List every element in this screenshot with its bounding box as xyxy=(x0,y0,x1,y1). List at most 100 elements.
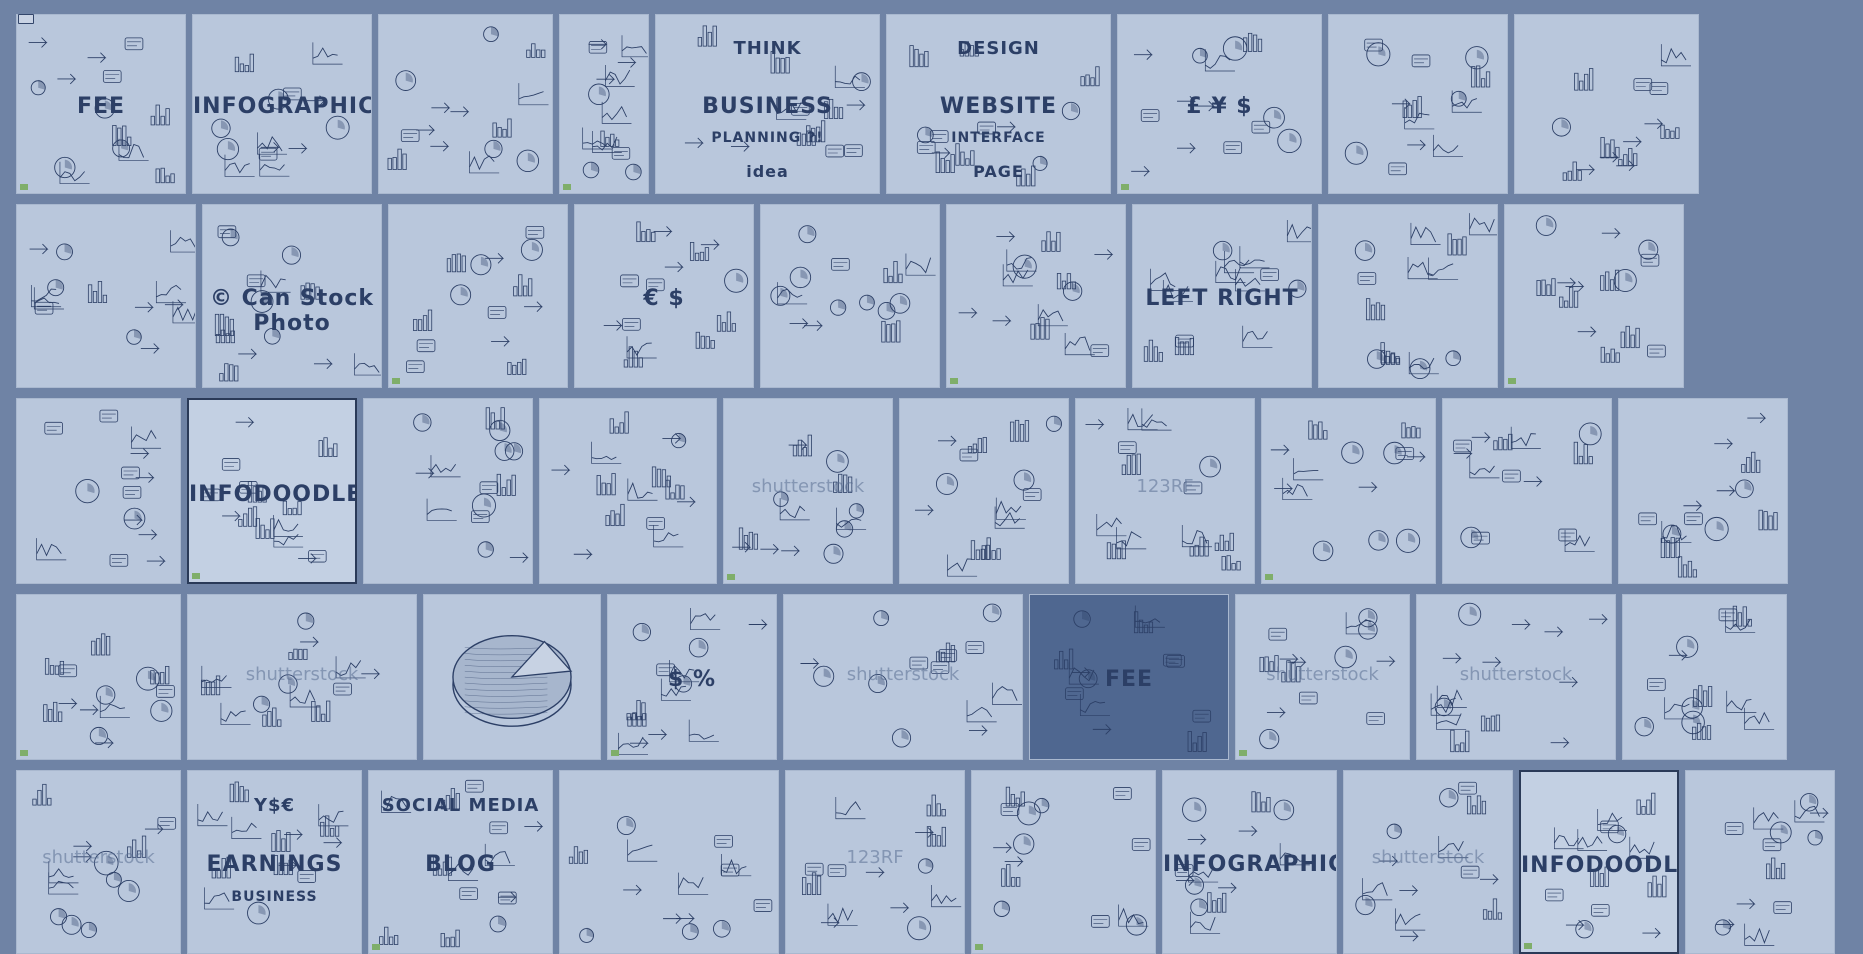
image-result-thumbnail[interactable]: € $ xyxy=(574,204,754,388)
icon-doodles-icon xyxy=(1634,605,1775,740)
image-result-thumbnail[interactable] xyxy=(16,398,181,584)
image-result-thumbnail[interactable]: shutterstock xyxy=(723,398,893,584)
pie-doodles-icon xyxy=(36,409,166,567)
thumbnail-text: € $ xyxy=(643,286,685,311)
image-result-thumbnail[interactable]: BLOG SOCIAL MEDIA xyxy=(368,770,553,954)
image-result-thumbnail[interactable]: shutterstock xyxy=(1235,594,1410,760)
results-row: © Can Stock Photo € $ LEFT RIGHT xyxy=(0,204,1684,388)
infographic-doodles-icon xyxy=(406,226,545,375)
thumbnail-text: INFOGRAPHIC xyxy=(1163,852,1337,877)
image-result-thumbnail[interactable] xyxy=(559,770,779,954)
image-result-thumbnail[interactable]: $ % xyxy=(607,594,777,760)
stock-badge-icon xyxy=(611,750,619,756)
image-result-thumbnail[interactable] xyxy=(1318,204,1498,388)
stock-badge-icon xyxy=(20,750,28,756)
image-result-thumbnail[interactable]: WEBSITE DESIGN INTERFACE PAGE xyxy=(886,14,1111,194)
chart-doodles-icon xyxy=(43,633,175,749)
science-doodles-icon xyxy=(1535,215,1666,363)
image-results-grid: FEE INFOGRAPHIC BUSINESS THINK PLANNING ?! id… xyxy=(0,0,1863,954)
stock-badge-icon xyxy=(727,574,735,580)
thumbnail-text: FEE xyxy=(1104,667,1154,692)
image-result-thumbnail[interactable] xyxy=(539,398,717,584)
image-result-thumbnail[interactable]: INFODOODLES xyxy=(187,398,357,584)
image-result-thumbnail[interactable]: shutterstock xyxy=(187,594,417,760)
stock-badge-icon xyxy=(372,944,380,950)
thumbnail-text: EARNINGS xyxy=(206,852,343,877)
image-result-thumbnail[interactable] xyxy=(760,204,940,388)
stock-watermark: 123RF xyxy=(1136,476,1194,498)
image-result-thumbnail[interactable] xyxy=(1442,398,1612,584)
thumbnail-text: INFODOODLES xyxy=(189,482,355,507)
image-result-thumbnail[interactable] xyxy=(363,398,533,584)
thumbnail-text: Y$€ xyxy=(253,795,296,816)
world-doodles-icon xyxy=(1714,793,1829,946)
image-result-thumbnail[interactable] xyxy=(16,594,181,760)
3d-chart-doodles-icon xyxy=(413,407,529,563)
image-result-thumbnail[interactable] xyxy=(899,398,1069,584)
image-result-thumbnail[interactable] xyxy=(946,204,1126,388)
image-result-thumbnail[interactable]: LEFT RIGHT xyxy=(1132,204,1312,388)
stock-badge-icon xyxy=(1265,574,1273,580)
image-result-thumbnail[interactable]: 123RF xyxy=(785,770,965,954)
image-result-thumbnail[interactable] xyxy=(423,594,601,760)
stock-badge-icon xyxy=(1121,184,1129,190)
thumbnail-text: INFOGRAPHIC xyxy=(193,94,372,119)
thumbnail-text: DESIGN xyxy=(957,38,1040,59)
stock-badge-icon xyxy=(192,573,200,579)
image-result-thumbnail[interactable] xyxy=(1622,594,1787,760)
results-row: shutterstock EARNINGS Y$€ BUSINESS BLOG SOCIA… xyxy=(0,770,1835,954)
image-result-thumbnail[interactable] xyxy=(1514,14,1699,194)
image-result-thumbnail[interactable]: INFOGRAPHIC xyxy=(192,14,372,194)
stock-badge-icon xyxy=(950,378,958,384)
image-result-thumbnail[interactable] xyxy=(1504,204,1684,388)
thumbnail-text: INFODOODLES xyxy=(1521,853,1679,878)
network-doodles-icon xyxy=(1551,44,1691,181)
image-result-thumbnail[interactable] xyxy=(1618,398,1788,584)
results-row: INFODOODLES shutterstock 123RF xyxy=(0,398,1788,584)
stock-badge-icon xyxy=(563,184,571,190)
image-result-thumbnail[interactable]: FEE xyxy=(16,14,186,194)
image-result-thumbnail[interactable]: shutterstock xyxy=(1416,594,1616,760)
image-result-thumbnail[interactable]: INFODOODLES xyxy=(1519,770,1679,954)
image-result-thumbnail[interactable]: INFOGRAPHIC xyxy=(1162,770,1337,954)
results-row: FEE INFOGRAPHIC BUSINESS THINK PLANNING ?! id… xyxy=(0,14,1699,194)
image-result-thumbnail[interactable]: shutterstock xyxy=(1343,770,1513,954)
thumbnail-text: INTERFACE xyxy=(951,130,1046,146)
chart-doodles-icon xyxy=(915,415,1063,577)
image-result-thumbnail[interactable] xyxy=(1328,14,1508,194)
image-result-thumbnail[interactable] xyxy=(378,14,553,194)
thumbnail-text: FEE xyxy=(76,94,126,119)
thumbnail-text: WEBSITE xyxy=(939,94,1058,119)
thumbnail-text: $ % xyxy=(667,667,716,692)
image-result-thumbnail[interactable]: 123RF xyxy=(1075,398,1255,584)
image-result-thumbnail[interactable] xyxy=(16,204,196,388)
image-result-thumbnail[interactable]: £ ¥ $ xyxy=(1117,14,1322,194)
chart-doodles-icon xyxy=(568,816,773,943)
thumbnail-text: PLANNING ?! xyxy=(711,130,824,146)
image-result-thumbnail[interactable]: shutterstock xyxy=(16,770,181,954)
stock-badge-icon xyxy=(975,944,983,950)
stock-watermark: shutterstock xyxy=(1371,847,1485,869)
image-result-thumbnail[interactable]: FEE xyxy=(1029,594,1229,760)
thumbnail-text: BUSINESS xyxy=(231,889,318,905)
thumbnail-text: BUSINESS xyxy=(702,94,833,119)
thumbnail-text: PAGE xyxy=(973,162,1024,181)
stock-watermark: shutterstock xyxy=(42,847,155,869)
window-icon xyxy=(18,14,34,24)
image-result-thumbnail[interactable] xyxy=(388,204,568,388)
image-result-thumbnail[interactable]: BUSINESS THINK PLANNING ?! idea xyxy=(655,14,880,194)
image-result-thumbnail[interactable] xyxy=(1261,398,1436,584)
stock-badge-icon xyxy=(1508,378,1516,384)
stock-badge-icon xyxy=(392,378,400,384)
image-result-thumbnail[interactable]: EARNINGS Y$€ BUSINESS xyxy=(187,770,362,954)
circle-doodles-icon xyxy=(551,411,696,560)
thumbnail-text: THINK xyxy=(733,38,802,59)
image-result-thumbnail[interactable] xyxy=(1685,770,1835,954)
stock-watermark: shutterstock xyxy=(245,663,359,685)
stock-watermark: 123RF xyxy=(846,847,904,869)
image-result-thumbnail[interactable] xyxy=(971,770,1156,954)
image-result-thumbnail[interactable]: © Can Stock Photo xyxy=(202,204,382,388)
timeline-doodles-icon xyxy=(1638,412,1778,578)
image-result-thumbnail[interactable] xyxy=(559,14,649,194)
image-result-thumbnail[interactable]: shutterstock xyxy=(783,594,1023,760)
